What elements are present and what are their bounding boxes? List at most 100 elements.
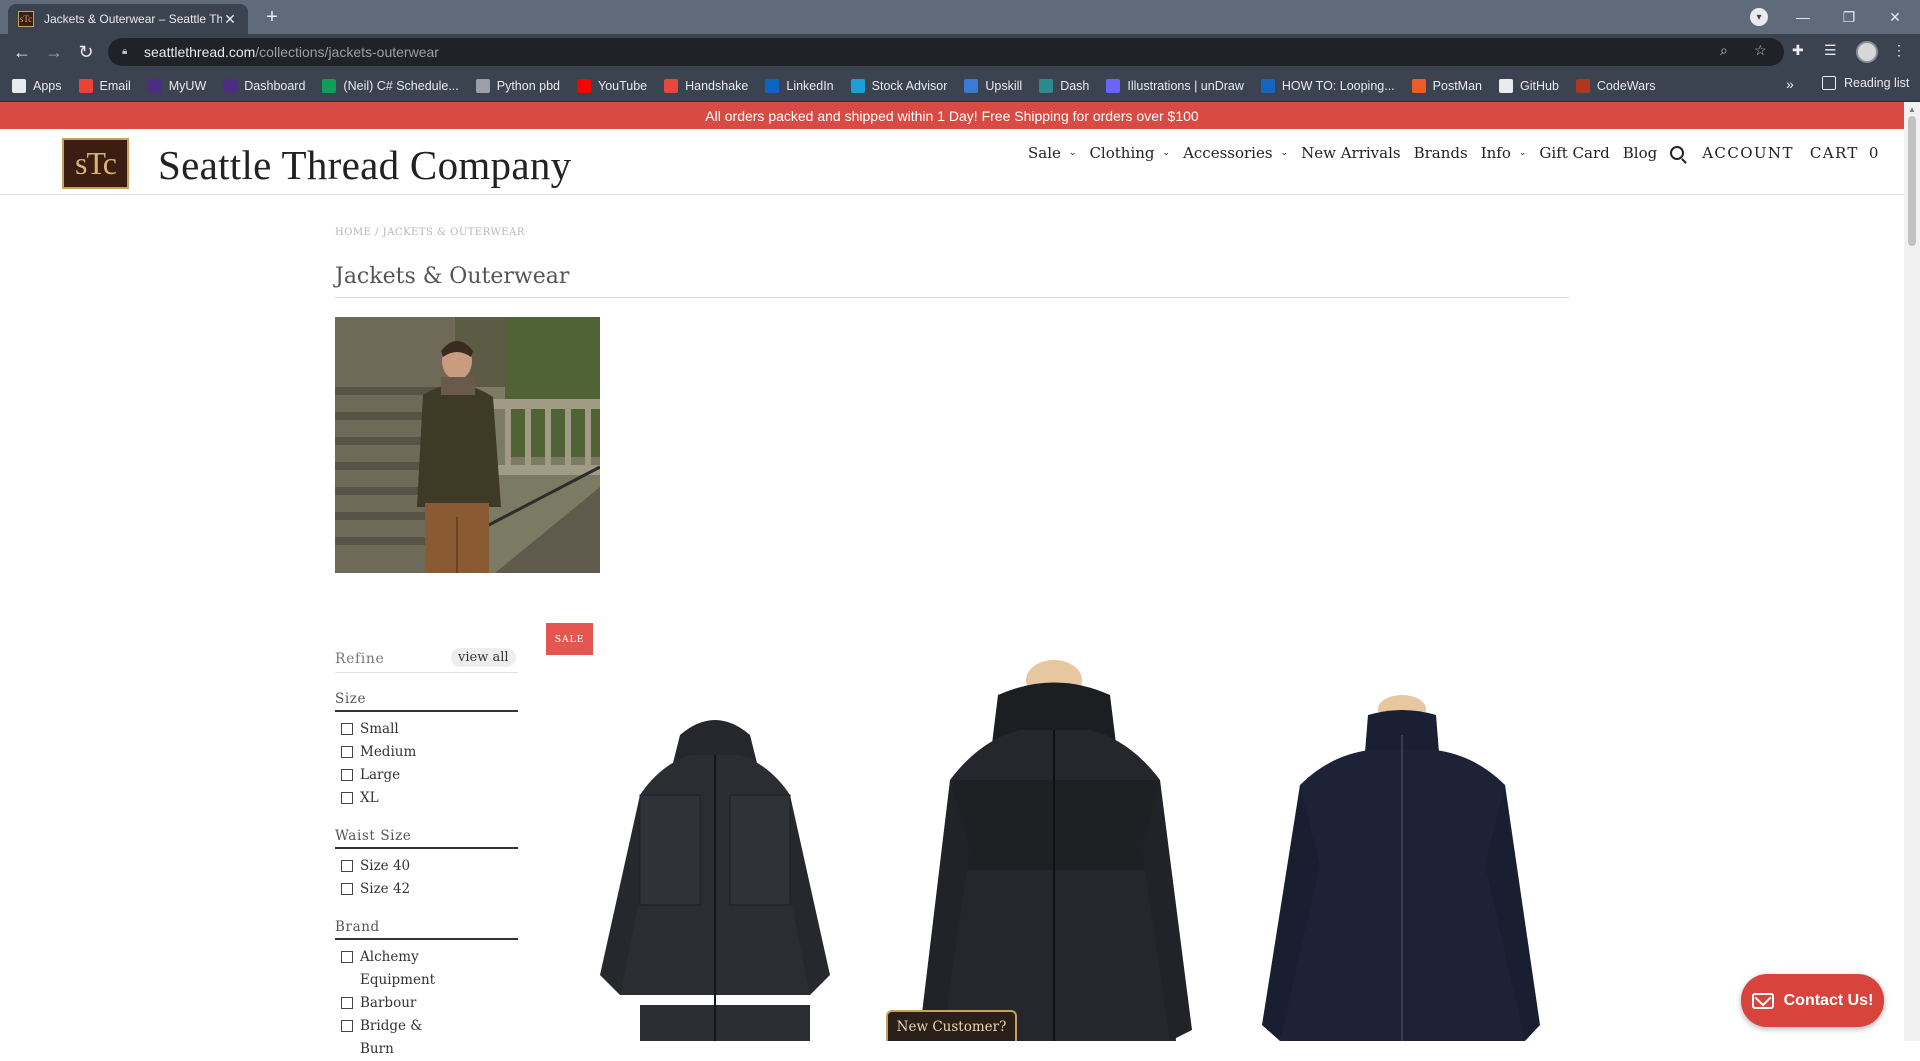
filter-checkbox[interactable] — [341, 997, 353, 1009]
reload-icon[interactable]: ↻ — [74, 40, 98, 64]
nav-label: Clothing — [1089, 144, 1155, 162]
product-card[interactable] — [1240, 695, 1540, 1041]
logo-mark[interactable]: sTc — [62, 138, 129, 189]
bookmark-label: GitHub — [1520, 78, 1559, 93]
filter-checkbox[interactable] — [341, 723, 353, 735]
filter-option[interactable]: Large — [335, 764, 518, 787]
product-image — [920, 660, 1192, 1041]
bookmark-item[interactable]: YouTube — [577, 78, 647, 93]
chrome-menu-icon[interactable]: ⋮ — [1892, 42, 1906, 59]
nav-item-brands[interactable]: Brands — [1414, 144, 1468, 162]
filter-option[interactable]: XL — [335, 787, 518, 810]
filter-option[interactable]: Small — [335, 718, 518, 741]
nav-item-accessories[interactable]: Accessories ⌄ — [1183, 144, 1288, 162]
profile-avatar[interactable] — [1856, 41, 1878, 63]
bookmark-item[interactable]: Upskill — [964, 78, 1023, 93]
bookmark-label: Apps — [33, 78, 62, 93]
tab-search-icon[interactable]: ▾ — [1750, 8, 1768, 26]
nav-item-gift-card[interactable]: Gift Card — [1539, 144, 1609, 162]
nav-item-blog[interactable]: Blog — [1623, 144, 1657, 162]
minimize-icon[interactable]: — — [1780, 0, 1826, 34]
scroll-up-icon[interactable]: ▲ — [1908, 105, 1916, 114]
filter-option[interactable]: Barbour — [335, 992, 518, 1015]
cart-count: 0 — [1868, 144, 1880, 162]
cart-link[interactable]: CART 0 — [1810, 144, 1880, 162]
nav-label: Accessories — [1183, 144, 1273, 162]
bookmark-item[interactable]: Apps — [12, 78, 62, 93]
page-title: Jackets & Outerwear — [335, 264, 570, 289]
bookmark-item[interactable]: Handshake — [664, 78, 748, 93]
dash-icon — [1039, 78, 1054, 93]
bookmark-item[interactable]: MyUW — [147, 78, 206, 93]
browser-tab-active[interactable]: sTc Jackets & Outerwear – Seattle Th ✕ — [8, 4, 248, 34]
product-card[interactable] — [580, 675, 860, 1041]
apps-grid-icon — [12, 78, 26, 93]
refine-title: Refine — [335, 651, 385, 667]
product-card[interactable] — [880, 650, 1210, 1041]
bookmark-label: Upskill — [985, 78, 1023, 93]
view-all-button[interactable]: view all — [451, 648, 516, 667]
nav-item-sale[interactable]: Sale ⌄ — [1028, 144, 1076, 162]
bookmark-item[interactable]: PostMan — [1411, 78, 1482, 93]
bookmark-item[interactable]: CodeWars — [1575, 78, 1656, 93]
bookmark-item[interactable]: (Neil) C# Schedule... — [322, 78, 459, 93]
filter-option[interactable]: Alchemy Equipment — [335, 946, 518, 992]
bookmark-item[interactable]: Dashboard — [223, 78, 305, 93]
bookmark-item[interactable]: Python pbd — [475, 78, 560, 93]
search-icon[interactable] — [1670, 146, 1685, 160]
bookmark-item[interactable]: HOW TO: Looping... — [1260, 78, 1395, 93]
tab-close-icon[interactable]: ✕ — [222, 11, 238, 28]
forward-arrow-icon[interactable]: → — [42, 40, 66, 64]
media-queue-icon[interactable]: ☰ — [1824, 42, 1837, 59]
logo-text[interactable]: Seattle Thread Company — [158, 141, 571, 189]
linkedin-icon — [765, 78, 780, 93]
filter-option[interactable]: Size 40 — [335, 855, 518, 878]
extensions-icon[interactable]: ✚ — [1792, 42, 1804, 59]
bookmark-item[interactable]: LinkedIn — [765, 78, 834, 93]
nav-item-new-arrivals[interactable]: New Arrivals — [1301, 144, 1401, 162]
back-arrow-icon[interactable]: ← — [10, 40, 34, 64]
reading-list-icon — [1822, 76, 1836, 90]
nav-item-info[interactable]: Info ⌄ — [1481, 144, 1527, 162]
undraw-icon — [1106, 78, 1121, 93]
bookmark-label: Stock Advisor — [871, 78, 948, 93]
filter-option[interactable]: Bridge & Burn — [335, 1015, 518, 1061]
tab-title: Jackets & Outerwear – Seattle Th — [44, 12, 222, 26]
filter-checkbox[interactable] — [341, 951, 353, 963]
title-divider — [335, 297, 1569, 298]
page-scrollbar[interactable]: ▲ — [1904, 102, 1920, 1041]
scrollbar-thumb[interactable] — [1908, 116, 1916, 246]
filter-checkbox[interactable] — [341, 1020, 353, 1032]
account-link[interactable]: ACCOUNT — [1702, 144, 1794, 162]
filter-checkbox[interactable] — [341, 746, 353, 758]
bookmarks-overflow-icon[interactable]: » — [1786, 76, 1794, 92]
contact-us-button[interactable]: Contact Us! — [1741, 974, 1884, 1027]
nav-label: Brands — [1413, 144, 1468, 162]
new-customer-tab[interactable]: New Customer? — [886, 1010, 1017, 1041]
bookmark-star-icon[interactable]: ☆ — [1754, 42, 1767, 59]
filter-checkbox[interactable] — [341, 883, 353, 895]
nav-item-clothing[interactable]: Clothing ⌄ — [1089, 144, 1170, 162]
address-bar[interactable]: 🔒︎ seattlethread.com/collections/jackets… — [108, 38, 1784, 66]
filter-checkbox[interactable] — [341, 792, 353, 804]
breadcrumb[interactable]: HOME / JACKETS & OUTERWEAR — [335, 227, 525, 238]
bookmark-item[interactable]: Illustrations | unDraw — [1106, 78, 1244, 93]
bookmark-item[interactable]: Stock Advisor — [850, 78, 948, 93]
bookmark-label: CodeWars — [1596, 78, 1656, 93]
filter-option-label: Size 42 — [360, 881, 411, 897]
filter-checkbox[interactable] — [341, 769, 353, 781]
bookmark-item[interactable]: Email — [78, 78, 131, 93]
filter-option[interactable]: Medium — [335, 741, 518, 764]
bookmark-item[interactable]: Dash — [1039, 78, 1089, 93]
window-close-icon[interactable]: ✕ — [1872, 0, 1918, 34]
zoom-icon[interactable]: ⌕ — [1720, 42, 1728, 59]
bookmark-item[interactable]: GitHub — [1499, 78, 1559, 93]
upskill-icon — [964, 78, 979, 93]
restore-icon[interactable]: ❐ — [1826, 0, 1872, 34]
new-tab-icon[interactable]: + — [260, 6, 284, 30]
filter-checkbox[interactable] — [341, 860, 353, 872]
chevron-down-icon: ⌄ — [1068, 148, 1077, 158]
url-host: seattlethread.com — [144, 44, 256, 60]
filter-option[interactable]: Size 42 — [335, 878, 518, 901]
reading-list-button[interactable]: Reading list — [1822, 76, 1909, 90]
